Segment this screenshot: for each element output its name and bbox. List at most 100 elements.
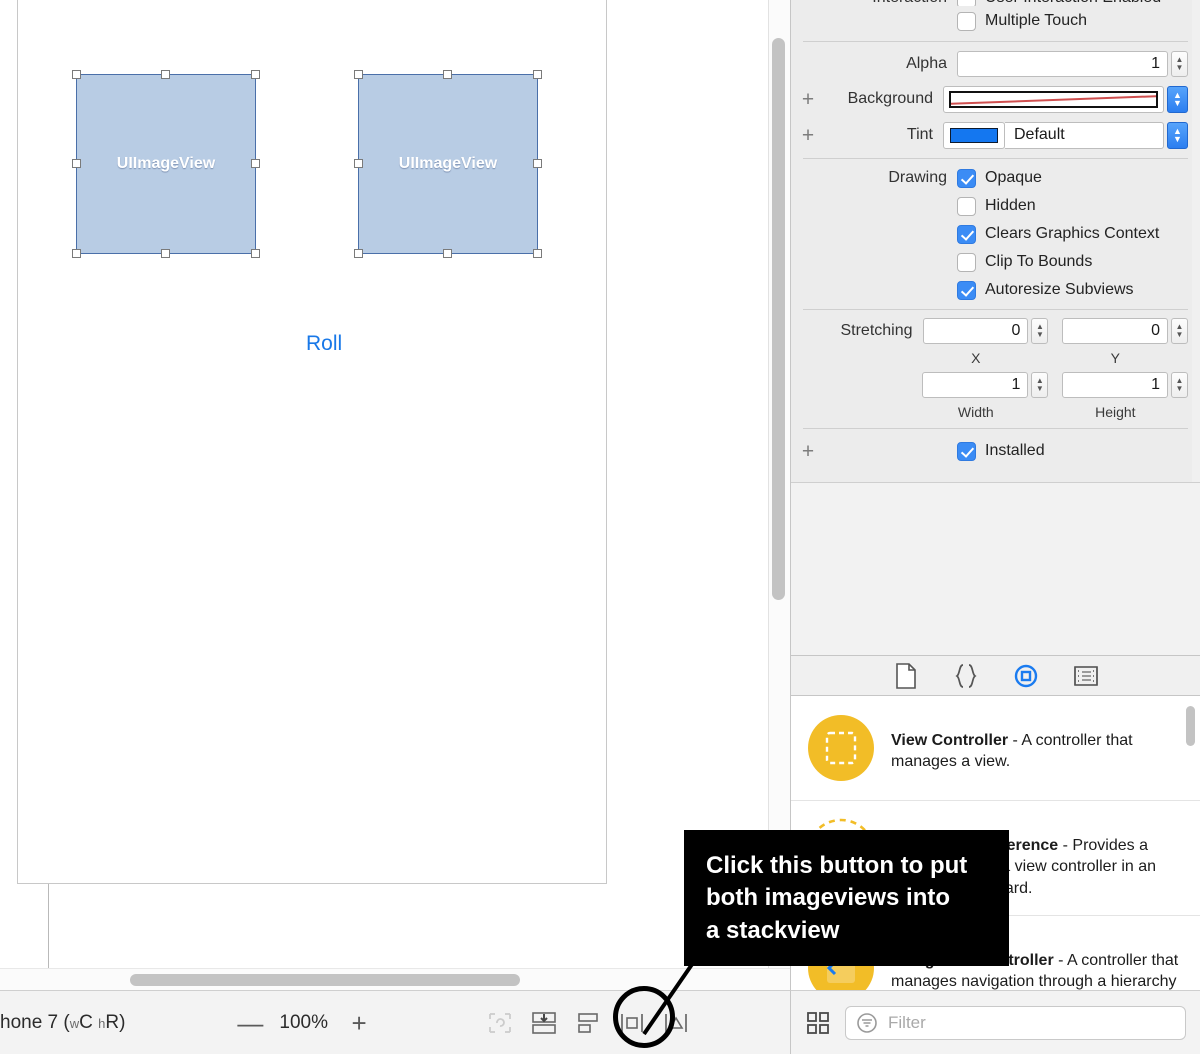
canvas-horizontal-scrollbar-thumb[interactable] (130, 974, 520, 986)
tint-popup-button[interactable]: ▲ ▼ (1167, 121, 1188, 149)
filter-input[interactable]: Filter (845, 1005, 1186, 1040)
device-config-name: hone 7 ( (0, 1011, 70, 1033)
resize-handle-bottom-right[interactable] (533, 249, 542, 258)
stretching-x-stepper[interactable]: ▲ ▼ (1031, 318, 1049, 344)
stretching-x-field[interactable]: 0 (922, 318, 1029, 344)
stretching-label: Stretching (840, 322, 913, 339)
clears-graphics-context-label: Clears Graphics Context (985, 225, 1160, 242)
imageview-2[interactable]: UIImageView (354, 70, 542, 258)
divider (803, 428, 1188, 429)
drawing-clip-bounds-row: + Clip To Bounds (791, 248, 1200, 276)
alpha-stepper[interactable]: ▲ ▼ (1171, 51, 1188, 77)
grid-view-icon[interactable] (805, 1010, 831, 1036)
resize-handle-top-center[interactable] (161, 70, 170, 79)
resize-handle-top-right[interactable] (533, 70, 542, 79)
resize-handle-bottom-left[interactable] (354, 249, 363, 258)
background-label: Background (847, 90, 933, 107)
stepper-down-icon: ▼ (1175, 330, 1184, 339)
alpha-field[interactable]: 1 (957, 51, 1168, 77)
user-interaction-enabled-label: User Interaction Enabled (985, 0, 1161, 6)
divider (803, 41, 1188, 42)
resize-handle-bottom-center[interactable] (161, 249, 170, 258)
divider (803, 158, 1188, 159)
plus-spacer: + (799, 348, 817, 369)
zoom-level-value: 100% (279, 1011, 329, 1033)
canvas-vertical-scrollbar-thumb[interactable] (772, 38, 785, 600)
chevron-right-icon[interactable] (0, 340, 18, 374)
stretching-x-caption: X (971, 350, 981, 366)
tint-label: Tint (906, 126, 933, 143)
stretching-wh-row: + 1 ▲ ▼ 1 ▲ ▼ (791, 369, 1200, 401)
storyboard-canvas[interactable]: View UIImageView UIImageView (0, 0, 790, 990)
resize-handle-bottom-left[interactable] (72, 249, 81, 258)
add-variation-plus-icon[interactable]: + (799, 89, 817, 110)
clears-graphics-context-checkbox[interactable] (957, 224, 976, 244)
stretching-width-field[interactable]: 1 (922, 372, 1029, 398)
library-tab-bar (791, 655, 1200, 696)
stretching-height-stepper[interactable]: ▲ ▼ (1171, 372, 1188, 398)
zoom-in-button[interactable]: + (348, 1010, 370, 1036)
xcode-interface-builder-window: View UIImageView UIImageView (0, 0, 1200, 1054)
resize-handle-top-left[interactable] (72, 70, 81, 79)
zoom-controls: — 100% + (237, 1010, 370, 1036)
tint-value[interactable]: Default (1005, 121, 1164, 149)
stretching-y-field[interactable]: 0 (1062, 318, 1168, 344)
file-template-library-tab[interactable] (891, 662, 921, 689)
add-variation-plus-icon[interactable]: + (799, 125, 817, 146)
resize-handle-middle-right[interactable] (251, 159, 260, 168)
resize-handle-bottom-right[interactable] (251, 249, 260, 258)
stepper-down-icon: ▼ (1035, 330, 1044, 339)
drawing-hidden-row: + Hidden (791, 192, 1200, 220)
opaque-checkbox[interactable] (957, 168, 976, 188)
clip-to-bounds-checkbox[interactable] (957, 252, 976, 272)
zoom-out-button[interactable]: — (237, 1010, 263, 1036)
clip-to-bounds-label: Clip To Bounds (985, 253, 1093, 270)
roll-button[interactable]: Roll (306, 332, 342, 356)
resize-handle-bottom-center[interactable] (443, 249, 452, 258)
resize-handle-middle-left[interactable] (354, 159, 363, 168)
divider (803, 309, 1188, 310)
annotation-text: Click this button to put both imageviews… (706, 852, 968, 944)
stretching-height-field[interactable]: 1 (1062, 372, 1168, 398)
add-variation-plus-icon[interactable]: + (799, 441, 817, 462)
hidden-checkbox[interactable] (957, 196, 976, 216)
installed-checkbox[interactable] (957, 441, 976, 461)
opaque-label: Opaque (985, 169, 1042, 186)
autoresize-subviews-checkbox[interactable] (957, 280, 976, 300)
background-color-well[interactable] (943, 85, 1164, 113)
popup-down-icon: ▼ (1173, 133, 1182, 144)
imageview-1[interactable]: UIImageView (72, 70, 260, 258)
no-color-swatch (949, 90, 1158, 108)
resize-handle-top-left[interactable] (354, 70, 363, 79)
annotation-callout: Click this button to put both imageviews… (684, 830, 1009, 966)
object-library-tab[interactable] (1011, 663, 1041, 689)
alpha-row: + Alpha 1 ▲ ▼ (791, 47, 1200, 81)
view-controller-icon (805, 712, 877, 784)
stepper-down-icon: ▼ (1175, 63, 1184, 72)
drawing-autoresize-row: + Autoresize Subviews (791, 276, 1200, 304)
align-icon[interactable] (574, 1010, 602, 1036)
resize-handle-top-right[interactable] (251, 70, 260, 79)
stretching-y-stepper[interactable]: ▲ ▼ (1171, 318, 1188, 344)
user-interaction-enabled-checkbox[interactable] (957, 0, 976, 6)
code-snippet-library-tab[interactable] (951, 663, 981, 689)
inspector-empty-section (791, 482, 1200, 655)
library-scrollbar-thumb[interactable] (1186, 706, 1195, 746)
multiple-touch-checkbox[interactable] (957, 11, 976, 31)
trait-wc: C (79, 1011, 99, 1033)
list-item[interactable]: View Controller - A controller that mana… (791, 696, 1200, 801)
resize-handle-middle-left[interactable] (72, 159, 81, 168)
update-frames-icon[interactable] (486, 1010, 514, 1036)
device-config-button[interactable]: hone 7 (wC hR) (0, 1012, 125, 1034)
background-popup-button[interactable]: ▲ ▼ (1167, 85, 1188, 113)
plus-spacer: + (799, 168, 817, 189)
media-library-tab[interactable] (1071, 663, 1101, 689)
tint-color-well[interactable] (943, 121, 1005, 149)
resize-handle-top-center[interactable] (443, 70, 452, 79)
plus-spacer: + (799, 0, 817, 6)
resize-handle-middle-right[interactable] (533, 159, 542, 168)
embed-in-stack-icon[interactable] (530, 1010, 558, 1036)
installed-row: + Installed (791, 434, 1200, 468)
stretching-xy-captions: + X Y (791, 347, 1200, 369)
stretching-width-stepper[interactable]: ▲ ▼ (1031, 372, 1049, 398)
